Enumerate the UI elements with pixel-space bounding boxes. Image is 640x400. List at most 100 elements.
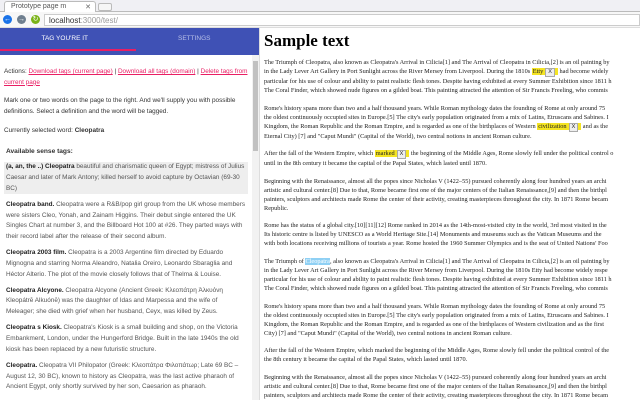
text-line: After the fall of the Western Empire, wh… [264,346,640,355]
text-segment: in the Lady Lever Art Gallery in Port Su… [264,68,532,75]
sense-tag-option[interactable]: Cleopatra band. Cleopatra were a R&B/pop… [4,200,248,243]
text-line: Its historic centre is listed by UNESCO … [264,230,640,239]
text-segment: the beginning of the Middle Ages, Rome s… [409,150,614,158]
url-host: localhost [49,16,81,25]
text-line: Beginning with the Renaissance, almost a… [264,373,640,382]
text-segment: artistic and cultural center.[8] Due to … [264,186,607,194]
text-segment: After the fall of the Western Empire, wh… [264,347,610,355]
page-title: Sample text [264,31,350,50]
sample-page: Sample text The Triumph of Cleopatra, al… [262,28,640,400]
new-tab-button[interactable] [98,3,112,11]
remove-tag-button[interactable]: X [568,122,579,132]
download-tags-current-link[interactable]: Download tags (current page) [29,68,113,75]
selected-text[interactable]: Cleopatra [305,257,330,265]
sense-tag-list: (a, an, the ..) Cleopatra beautiful and … [4,162,248,393]
text-segment: Rome's history spans more than two and a… [264,302,606,310]
text-line: Eternal City) [7] and "Caput Mundi" (Cap… [264,132,640,141]
text-segment: The Coral Finder, which showed nude figu… [264,87,608,94]
text-segment: with both locations receiving millions o… [264,240,608,248]
text-segment: the oldest continuously occupied sites i… [264,311,609,319]
remove-tag-button[interactable]: X [396,150,407,160]
paragraph: Rome's history spans more than two and a… [264,302,640,338]
text-segment: Rome has the status of a global city.[10… [264,222,607,230]
paragraph: Beginning with the Renaissance, almost a… [264,177,640,213]
actions: Actions: Download tags (current page) | … [4,67,248,88]
sense-tag-option[interactable]: Cleopatra Alcyone. Cleopatra Alcyone (An… [4,286,248,318]
scrollbar-thumb[interactable] [253,61,258,151]
text-segment: Eternal City) [7] and "Caput Mundi" (Cap… [264,132,532,140]
browser-tabstrip: Prototype page m ✕ [0,0,640,13]
text-line: particular for his use of colour and abi… [264,275,640,284]
text-line: Kingdom, the Roman Republic and the Roma… [264,320,640,329]
tagged-word[interactable]: Etty X [531,68,558,77]
browser-toolbar: ← → ↻ localhost:3000/test/ [0,12,640,28]
text-line: Rome's history spans more than two and a… [264,302,640,311]
text-segment: artistic and cultural center.[8] Due to … [264,382,607,390]
tab-settings[interactable]: SETTINGS [130,28,260,55]
sense-title: Cleopatra band. [6,200,55,208]
paragraph: Rome has the status of a global city.[10… [264,221,640,248]
text-segment: Kingdom, the Roman Republic and the Roma… [264,320,605,328]
text-segment: and as the [581,122,608,130]
text-segment: particular for his use of colour and abi… [264,275,612,283]
close-tab-icon[interactable]: ✕ [85,3,91,11]
reload-icon[interactable]: ↻ [31,15,40,24]
selected-word: Cleopatra [74,126,105,134]
sense-description: Cleopatra VII Philopator (Greek: Κλεοπάτ… [6,361,239,391]
text-segment: City) [7] and "Caput Mundi" (Capital of … [264,329,512,337]
text-segment: Kingdom, the Roman Republic and the Roma… [264,122,538,130]
text-line: in the Lady Lever Art Gallery in Port Su… [264,67,640,77]
forward-icon[interactable]: → [17,15,26,24]
sense-tag-option[interactable]: (a, an, the ..) Cleopatra beautiful and … [4,162,248,195]
text-line: The Triumph of Cleopatra, also known as … [264,257,640,266]
text-segment: The Triumph of [264,257,306,265]
text-line: painters, sculptors and architects made … [264,195,640,204]
paragraphs: The Triumph of Cleopatra, also known as … [262,58,640,400]
active-tab-indicator [0,49,136,51]
tagged-word-text: civilization [538,122,567,130]
text-line: artistic and cultural center.[8] Due to … [264,186,640,195]
tagged-word-text: Etty [532,68,544,75]
tagged-word-text: marked [375,150,395,158]
panel-tabs: TAG YOU'RE IT SETTINGS [0,28,259,55]
text-line: The Coral Finder, which showed nude figu… [264,284,640,293]
text-line: Kingdom, the Roman Republic and the Roma… [264,122,640,132]
paragraph: The Triumph of Cleopatra, also known as … [264,257,640,293]
paragraph: Rome's history spans more than two and a… [264,104,640,141]
tagged-word[interactable]: civilization X [537,122,582,132]
text-segment: the 8th century it became the capital of… [264,356,468,364]
text-line: with both locations receiving millions o… [264,239,640,248]
panel-content: Actions: Download tags (current page) | … [4,67,248,399]
address-bar[interactable]: localhost:3000/test/ [44,14,640,26]
selected-word-line: Currently selected word: Cleopatra [4,126,248,137]
text-segment: Beginning with the Renaissance, almost a… [264,373,607,381]
text-line: painters, sculptors and architects made … [264,391,640,400]
sense-tag-option[interactable]: Cleopatra. Cleopatra VII Philopator (Gre… [4,361,248,393]
panel-scrollbar[interactable] [252,55,259,400]
text-segment: The Coral Finder, which showed nude figu… [264,284,608,292]
text-line: The Coral Finder, which showed nude figu… [264,86,640,95]
paragraph: The Triumph of Cleopatra, also known as … [264,58,640,95]
text-line: until in the 8th century it became the c… [264,159,640,168]
text-segment: The Triumph of Cleopatra, also known as … [264,59,610,66]
text-line: the oldest continuously occupied sites i… [264,311,640,320]
text-line: in the Lady Lever Art Gallery in Port Su… [264,266,640,275]
remove-tag-button[interactable]: X [545,68,555,77]
text-segment: After the fall of the Western Empire, wh… [264,150,375,158]
tagged-word[interactable]: marked X [374,150,410,160]
url-path: :3000/test/ [80,16,118,25]
text-line: Beginning with the Renaissance, almost a… [264,177,640,186]
sense-tag-option[interactable]: Cleopatra 2003 film. Cleopatra is a 2003… [4,248,248,280]
text-segment: Its historic centre is listed by UNESCO … [264,231,602,239]
tab-title: Prototype page m [11,3,67,10]
download-all-tags-link[interactable]: Download all tags (domain) [118,68,195,75]
text-segment: painters, sculptors and architects made … [264,391,608,399]
text-line: City) [7] and "Caput Mundi" (Capital of … [264,329,640,338]
paragraph: After the fall of the Western Empire, wh… [264,346,640,364]
text-line: The Triumph of Cleopatra, also known as … [264,58,640,67]
text-segment: Republic. [264,204,289,212]
back-icon[interactable]: ← [3,15,12,24]
sense-title: Cleopatra s Kiosk. [6,324,62,332]
actions-label: Actions: [4,68,29,75]
sense-tag-option[interactable]: Cleopatra s Kiosk. Cleopatra's Kiosk is … [4,323,248,355]
